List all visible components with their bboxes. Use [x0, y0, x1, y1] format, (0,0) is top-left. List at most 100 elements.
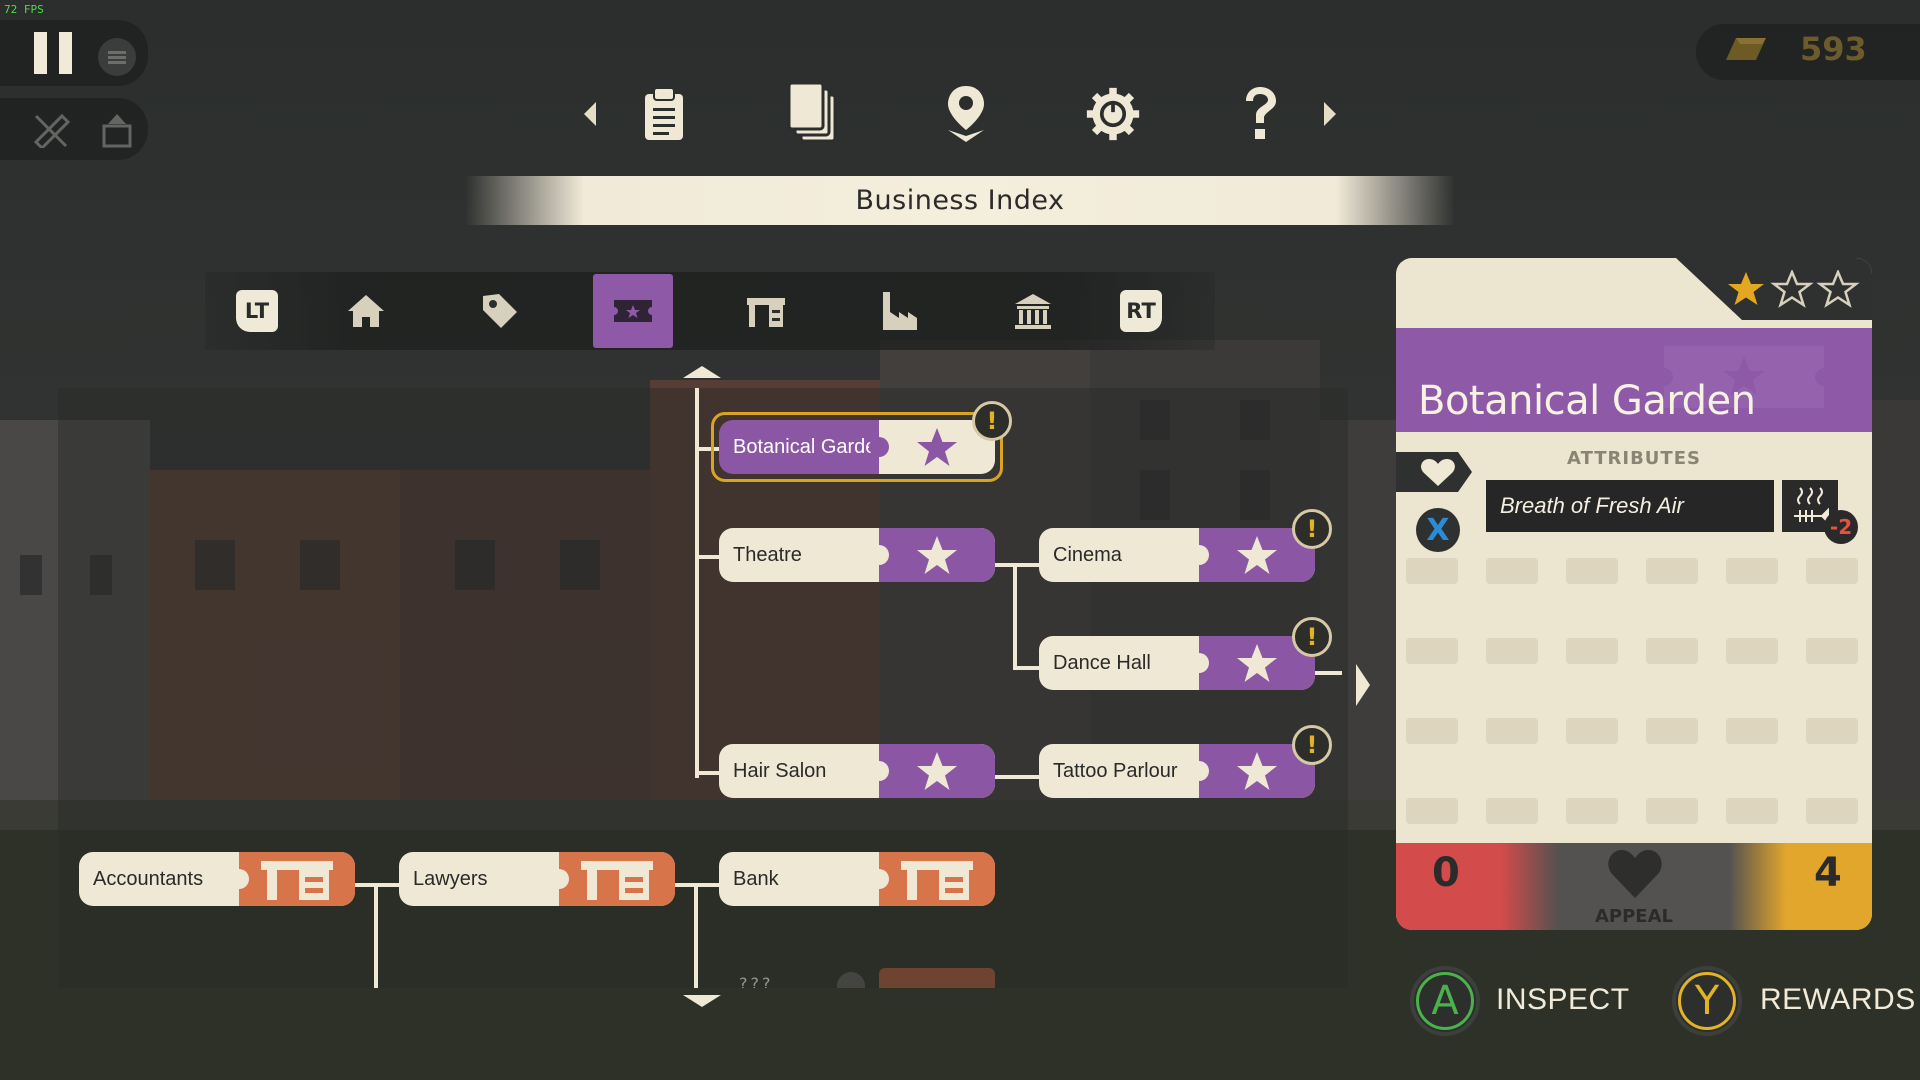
speed-button[interactable] [98, 38, 136, 76]
star-filled-icon [1728, 272, 1764, 305]
upgrade-tool-button[interactable] [98, 112, 138, 148]
business-node-label: Hair Salon [733, 760, 827, 782]
help-icon [1246, 87, 1276, 139]
tab-settings[interactable] [1085, 84, 1141, 144]
clipboard-icon [645, 87, 683, 140]
business-node-tag [869, 852, 995, 906]
business-node-locked: ??? [719, 960, 995, 988]
business-node-dance-hall[interactable]: Dance Hall [1039, 636, 1315, 690]
speed-lines-icon [108, 51, 126, 64]
business-node-accountants[interactable]: Accountants [79, 852, 355, 906]
business-node-theatre[interactable]: Theatre [719, 528, 995, 582]
desk-icon [901, 861, 973, 900]
ticket-pattern [1406, 558, 1858, 824]
price-tag-icon [483, 294, 517, 328]
desk-icon [261, 861, 333, 900]
attribute-modifier: -2 [1824, 510, 1858, 544]
business-node-tag [549, 852, 675, 906]
rating-stars [1728, 270, 1860, 308]
attribute-item: Breath of Fresh Air [1486, 480, 1774, 532]
fps-counter: 72 FPS [4, 3, 44, 16]
tree-expand-arrow[interactable] [1355, 662, 1371, 712]
heart-icon [1608, 850, 1662, 898]
business-node-label: Dance Hall [1053, 652, 1151, 674]
build-tools-button[interactable] [32, 112, 72, 151]
home-icon [348, 295, 384, 327]
star-icon [1237, 644, 1277, 682]
alert-badge: ! [972, 401, 1012, 441]
triangle-right-icon [1324, 102, 1336, 126]
tab-help[interactable] [1232, 84, 1288, 144]
triangle-left-icon [584, 102, 596, 126]
business-node-tag [229, 852, 355, 906]
business-node-tag [869, 744, 995, 798]
scroll-down-arrow[interactable] [681, 993, 723, 1012]
business-info-card: Botanical Garden ATTRIBUTES Breath of Fr… [1396, 258, 1872, 930]
documents-icon [787, 83, 837, 143]
heart-flag-icon [1396, 452, 1472, 492]
pause-button[interactable] [32, 32, 76, 74]
category-residential[interactable] [326, 274, 406, 348]
business-node-label: Theatre [733, 544, 802, 566]
inspect-button[interactable]: A [1410, 966, 1480, 1036]
triangle-up-icon [683, 366, 721, 378]
appeal-max-value: 4 [1814, 850, 1842, 896]
business-node-label: Tattoo Parlour [1053, 760, 1178, 782]
business-node-label: Bank [733, 868, 779, 890]
inspect-label: INSPECT [1496, 983, 1630, 1016]
category-office[interactable] [726, 274, 806, 348]
gold-bar-icon [1722, 32, 1770, 72]
left-bumper-hint: LT [236, 290, 278, 332]
settings-icon [1086, 87, 1140, 141]
tab-business-index[interactable] [785, 83, 841, 144]
right-bumper-hint: RT [1120, 290, 1162, 332]
star-icon [1237, 752, 1277, 790]
star-empty-icon [1816, 270, 1860, 308]
alert-badge: ! [1292, 617, 1332, 657]
ruler-pencil-icon [33, 113, 71, 151]
x-button-hint[interactable]: X [1416, 508, 1460, 552]
tree-connector [1013, 563, 1017, 670]
business-node-cinema[interactable]: Cinema [1039, 528, 1315, 582]
business-node-lawyers[interactable]: Lawyers [399, 852, 675, 906]
a-button-icon: A [1416, 972, 1474, 1030]
star-icon [917, 536, 957, 574]
desk-icon [747, 298, 785, 327]
business-node-label: Cinema [1053, 544, 1122, 566]
favourite-toggle[interactable] [1396, 452, 1474, 492]
locked-node-tag [879, 968, 995, 988]
factory-icon [883, 292, 917, 330]
y-button-icon: Y [1678, 972, 1736, 1030]
menu-prev-arrow[interactable] [580, 98, 600, 134]
building-arrow-icon [102, 114, 132, 148]
ticket-icon [614, 300, 652, 322]
business-node-botanical-garden[interactable]: Botanical Garden [719, 420, 995, 474]
appeal-min-value: 0 [1432, 850, 1460, 896]
star-icon [1237, 536, 1277, 574]
scroll-up-arrow[interactable] [681, 364, 723, 383]
lock-icon [837, 972, 865, 988]
tree-connector [695, 555, 719, 559]
business-node-bank[interactable]: Bank [719, 852, 995, 906]
star-icon [917, 752, 957, 790]
category-entertainment[interactable] [593, 274, 673, 348]
category-industry[interactable] [860, 274, 940, 348]
category-civic[interactable] [993, 274, 1073, 348]
business-node-label: Lawyers [413, 868, 488, 890]
business-node-label: Botanical Garden [733, 436, 888, 458]
map-pin-icon [948, 86, 984, 142]
category-retail[interactable] [460, 274, 540, 348]
business-node-hair-salon[interactable]: Hair Salon [719, 744, 995, 798]
tab-map[interactable] [938, 84, 994, 144]
page-title: Business Index [465, 176, 1455, 225]
business-node-tattoo-parlour[interactable]: Tattoo Parlour [1039, 744, 1315, 798]
bank-building-icon [1015, 294, 1051, 329]
tab-objectives[interactable] [636, 84, 692, 144]
tree-connector [994, 775, 1039, 779]
star-icon [917, 428, 957, 466]
triangle-right-icon [1356, 664, 1370, 706]
triangle-down-icon [683, 995, 721, 1007]
business-node-label: Accountants [93, 868, 204, 890]
menu-next-arrow[interactable] [1320, 98, 1340, 134]
rewards-button[interactable]: Y [1672, 966, 1742, 1036]
